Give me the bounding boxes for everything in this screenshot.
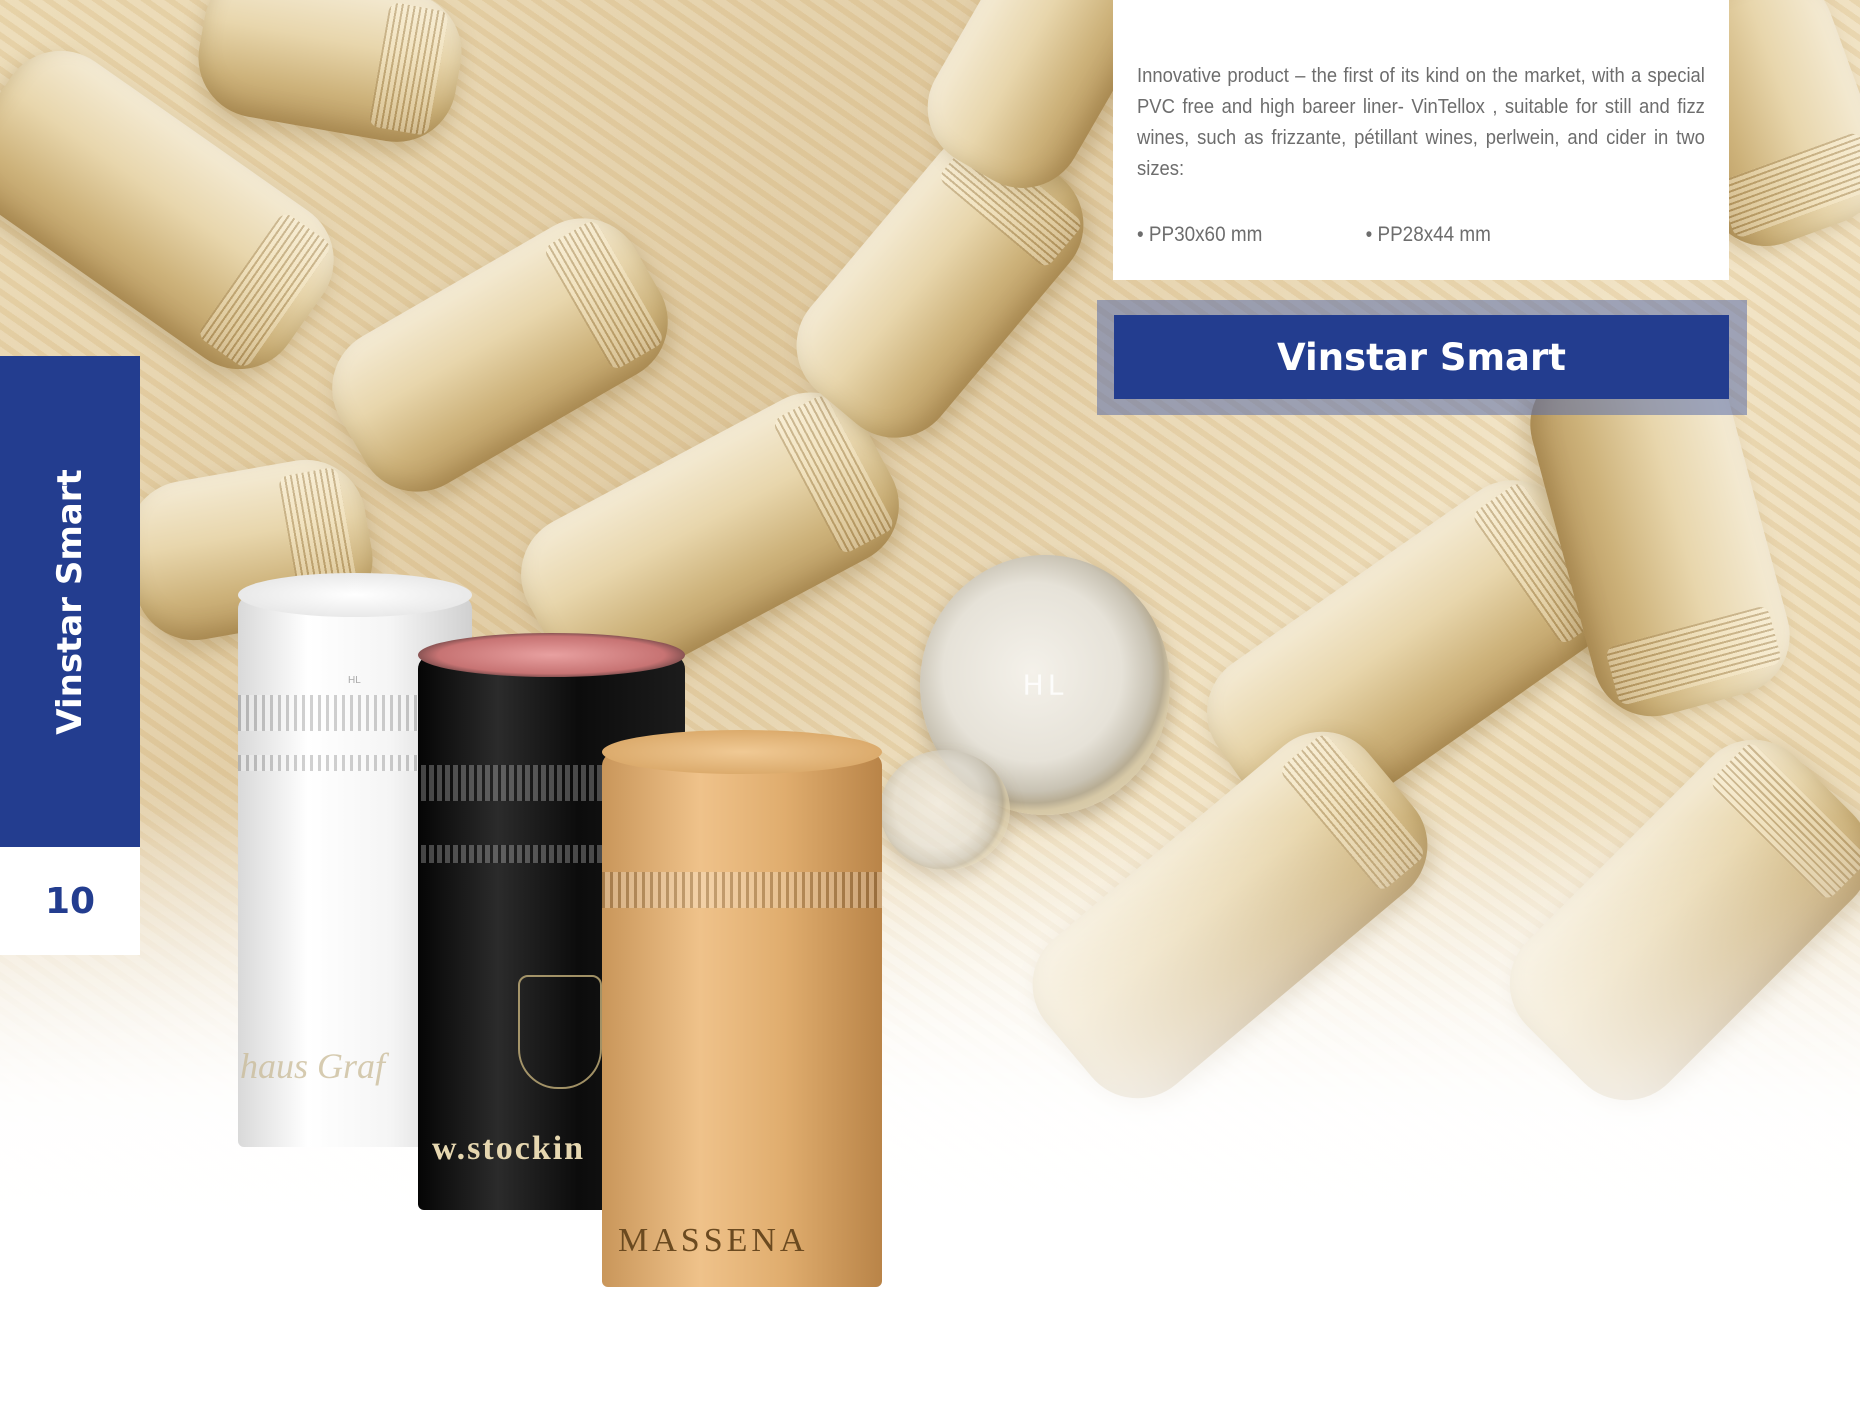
page-number-box: 10: [0, 847, 140, 955]
capsule-top: [418, 633, 685, 677]
capsule-print: haus Graf: [240, 1046, 386, 1086]
description-text: Innovative product – the first of its ki…: [1137, 64, 1705, 180]
description-card: Innovative product – the first of its ki…: [1113, 0, 1729, 280]
capsule-top: [238, 573, 472, 617]
capsule-mark: HL: [348, 675, 361, 686]
section-title: Vinstar Smart: [1114, 315, 1729, 399]
gold-capsule: MASSENA: [602, 730, 882, 1287]
crest-emblem: [518, 975, 602, 1089]
capsule-knurl: [602, 872, 882, 908]
capsule-print: w.stockin: [432, 1130, 586, 1167]
page-number: 10: [44, 880, 96, 922]
size-item: • PP28x44 mm: [1365, 223, 1491, 246]
size-item: • PP30x60 mm: [1137, 223, 1263, 246]
side-section-tab: Vinstar Smart: [0, 356, 140, 847]
capsule-print: MASSENA: [618, 1222, 809, 1259]
capsule-top: [602, 730, 882, 774]
side-tab-label: Vinstar Smart: [50, 468, 90, 735]
